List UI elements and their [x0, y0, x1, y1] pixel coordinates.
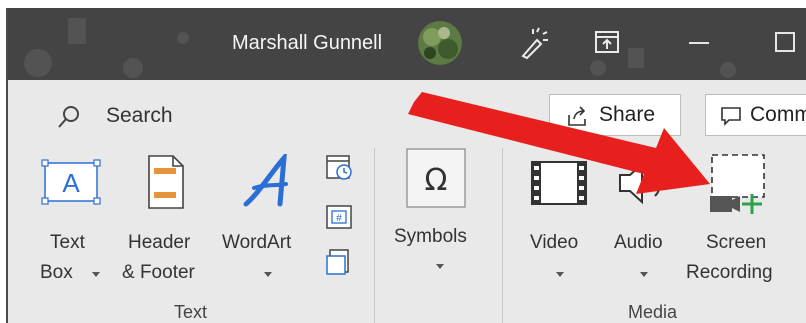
powerpoint-window: Marshall Gunnell Search Share Comm A Tex… [6, 8, 806, 323]
red-arrow-shape [408, 92, 710, 194]
red-arrow-annotation [408, 92, 710, 194]
